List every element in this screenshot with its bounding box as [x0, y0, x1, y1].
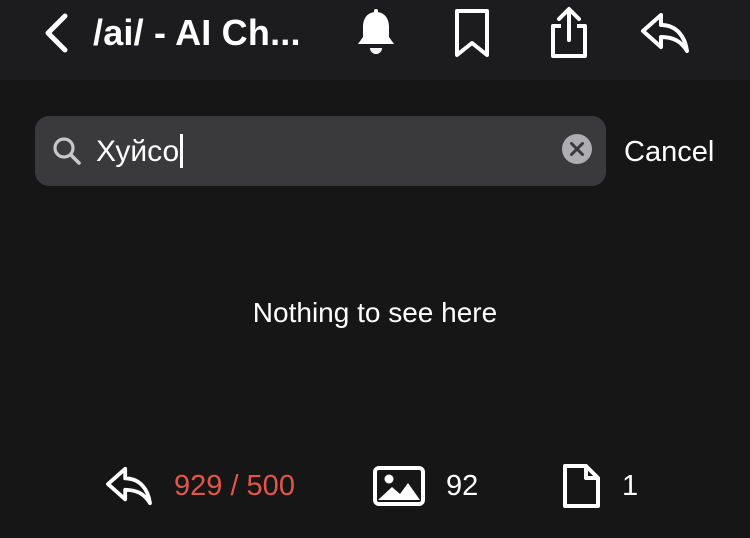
reply-button[interactable] [638, 6, 692, 60]
top-navigation-bar: /ai/ - AI Ch... [0, 0, 750, 80]
files-count-value: 1 [622, 469, 639, 502]
notifications-button[interactable] [349, 6, 403, 60]
clear-icon [562, 134, 592, 164]
cancel-button[interactable]: Cancel [624, 136, 714, 169]
images-count-value: 92 [446, 469, 479, 502]
bell-icon [358, 9, 394, 54]
share-button[interactable] [542, 6, 596, 60]
bookmark-icon [455, 9, 489, 57]
text-cursor [180, 134, 184, 168]
reply-icon [106, 466, 152, 506]
share-icon [551, 7, 587, 58]
bookmark-button[interactable] [445, 6, 499, 60]
search-icon [51, 135, 83, 167]
chevron-left-icon [45, 13, 68, 53]
search-input-value: Хуйсо [96, 135, 180, 168]
files-count: 1 [560, 462, 638, 510]
images-count: 92 [372, 462, 478, 510]
search-field[interactable]: Хуйсо [35, 116, 606, 186]
thread-title: /ai/ - AI Ch... [93, 12, 301, 53]
search-input[interactable]: Хуйсо [96, 134, 184, 169]
reply-icon [641, 13, 689, 53]
file-icon [563, 464, 600, 508]
back-button[interactable] [34, 10, 78, 56]
replies-count: 929 / 500 [104, 462, 295, 510]
clear-search-button[interactable] [561, 133, 593, 165]
empty-state-message: Nothing to see here [252, 297, 498, 328]
replies-count-value: 929 / 500 [174, 469, 295, 502]
image-icon [373, 466, 425, 506]
